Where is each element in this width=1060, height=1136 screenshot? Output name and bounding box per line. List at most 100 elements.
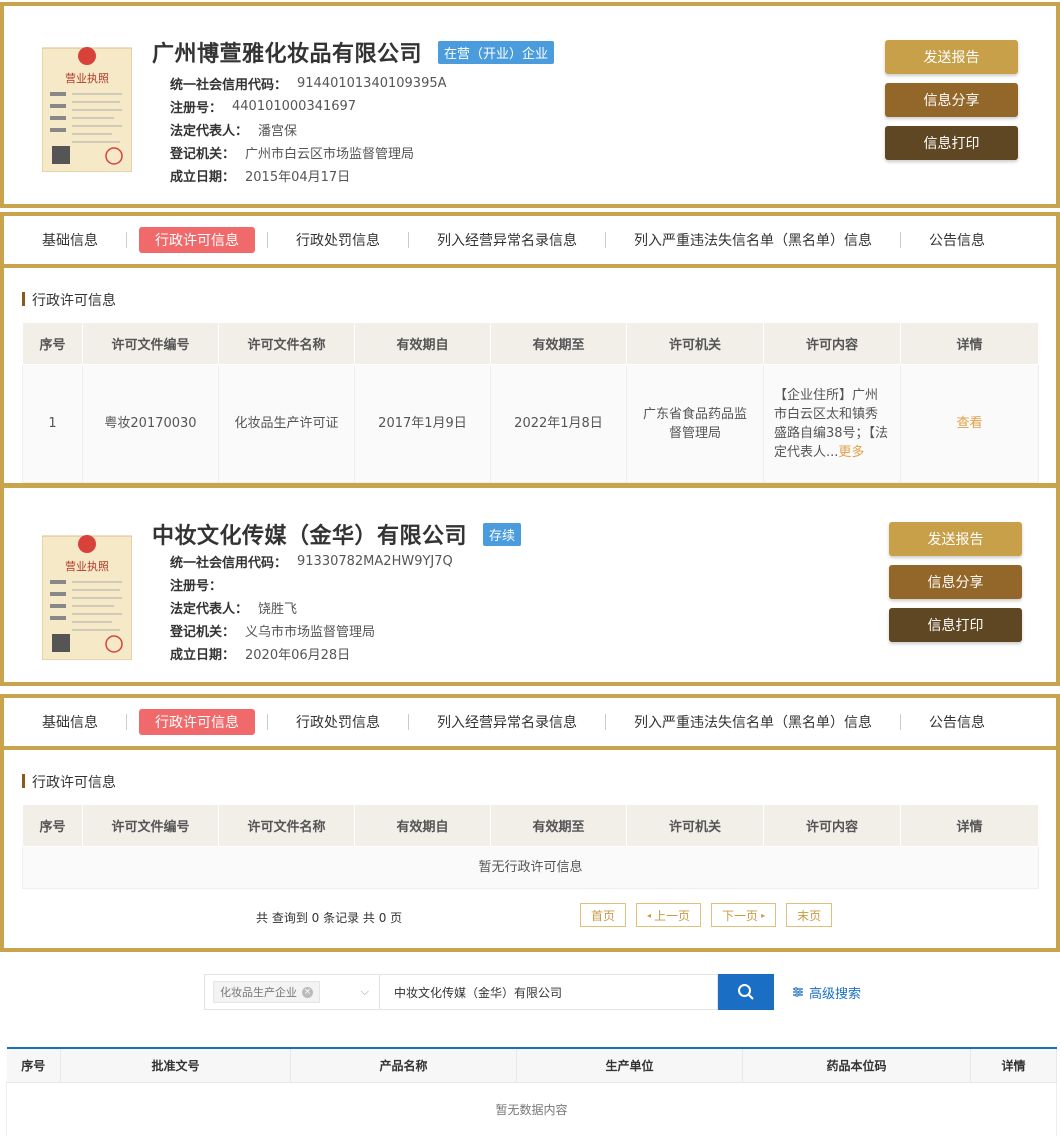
chevron-down-icon: ⌵ <box>360 985 369 998</box>
search-button[interactable] <box>718 974 774 1010</box>
field-label: 登记机关： <box>170 625 236 640</box>
authority: 广东省食品药品监督管理局 <box>626 364 764 483</box>
reg-no-value: 440101000341697 <box>232 99 357 114</box>
pagination: 共 查询到 0 条记录 共 0 页 首页 ◂ 上一页 下一页 ▸ 末页 <box>4 889 1056 949</box>
col-header: 详情 <box>970 1048 1057 1083</box>
table-row: 1 粤妆20170030 化妆品生产许可证 2017年1月9日 2022年1月8… <box>22 364 1039 483</box>
filter-icon <box>793 987 803 997</box>
print-info-button[interactable]: 信息打印 <box>885 126 1018 160</box>
permit-content-text: 【企业住所】广州市白云区太和镇秀盛路自编38号；【法定代表人... <box>774 387 889 460</box>
empty-product-message: 暂无数据内容 <box>6 1081 1057 1136</box>
tab-blacklist[interactable]: 列入严重违法失信名单（黑名单）信息 <box>618 227 888 253</box>
last-page-button[interactable]: 末页 <box>786 903 833 927</box>
permit-panel-2: 基础信息 行政许可信息 行政处罚信息 列入经营异常名录信息 列入严重违法失信名单… <box>0 694 1060 952</box>
license-title: 营业执照 <box>65 71 109 85</box>
prev-page-button[interactable]: ◂ 上一页 <box>636 903 702 927</box>
status-badge: 存续 <box>483 522 522 546</box>
col-header: 许可文件编号 <box>82 804 219 847</box>
reg-authority-value: 广州市白云区市场监督管理局 <box>245 147 415 162</box>
field-label: 登记机关： <box>170 147 236 162</box>
share-info-button[interactable]: 信息分享 <box>889 565 1022 599</box>
permit-table: 序号 许可文件编号 许可文件名称 有效期自 有效期至 许可机关 许可内容 详情 … <box>22 804 1039 889</box>
category-tag-label: 化妆品生产企业 <box>220 986 297 999</box>
col-header: 许可内容 <box>763 804 901 847</box>
tab-bar: 基础信息 行政许可信息 行政处罚信息 列入经营异常名录信息 列入严重违法失信名单… <box>4 216 1056 268</box>
tab-announcement[interactable]: 公告信息 <box>913 709 1001 735</box>
prev-page-label: 上一页 <box>654 908 691 923</box>
tab-admin-penalty[interactable]: 行政处罚信息 <box>280 227 396 253</box>
col-header: 许可文件名称 <box>218 804 355 847</box>
col-header: 药品本位码 <box>742 1048 971 1083</box>
col-header: 有效期至 <box>490 322 627 365</box>
doc-number: 粤妆20170030 <box>82 364 219 483</box>
founded-date-value: 2020年06月28日 <box>245 648 351 663</box>
company-card-1: 营业执照 广州博萱雅化妆品有限公司 在营（开业）企业 统一社会信用代码： 9144… <box>0 2 1060 208</box>
print-info-button[interactable]: 信息打印 <box>889 608 1022 642</box>
field-label: 法定代表人： <box>170 602 249 617</box>
record-count: 共 查询到 0 条记录 共 0 页 <box>256 911 403 925</box>
col-header: 许可文件名称 <box>218 322 355 365</box>
field-label: 注册号： <box>170 101 223 116</box>
tab-basic-info[interactable]: 基础信息 <box>26 227 114 253</box>
product-table: 序号 批准文号 产品名称 生产单位 药品本位码 详情 暂无数据内容 <box>6 1047 1057 1136</box>
col-header: 详情 <box>900 322 1039 365</box>
advanced-search-link[interactable]: 高级搜索 <box>792 983 861 1002</box>
company-name: 中妆文化传媒（金华）有限公司 <box>152 524 468 549</box>
field-label: 统一社会信用代码： <box>170 556 288 571</box>
tab-admin-permit[interactable]: 行政许可信息 <box>139 227 255 253</box>
field-label: 成立日期： <box>170 170 236 185</box>
chevron-left-icon: ◂ <box>647 910 652 920</box>
search-input[interactable]: 中妆文化传媒（金华）有限公司 <box>380 974 718 1010</box>
col-header: 许可文件编号 <box>82 322 219 365</box>
tab-abnormal-list[interactable]: 列入经营异常名录信息 <box>421 227 593 253</box>
col-header: 详情 <box>900 804 1039 847</box>
col-header: 批准文号 <box>60 1048 291 1083</box>
col-header: 许可内容 <box>763 322 901 365</box>
legal-rep-value: 潘宫保 <box>258 124 298 139</box>
first-page-button[interactable]: 首页 <box>580 903 627 927</box>
business-license-image: 营业执照 <box>42 535 132 660</box>
valid-from: 2017年1月9日 <box>354 364 491 483</box>
tab-abnormal-list[interactable]: 列入经营异常名录信息 <box>421 709 593 735</box>
field-label: 注册号： <box>170 579 223 594</box>
legal-rep-value: 饶胜飞 <box>258 602 298 617</box>
col-header: 生产单位 <box>516 1048 743 1083</box>
col-header: 有效期至 <box>490 804 627 847</box>
advanced-search-label: 高级搜索 <box>809 986 862 1002</box>
permit-content: 【企业住所】广州市白云区太和镇秀盛路自编38号；【法定代表人...更多 <box>763 364 901 483</box>
view-detail-link[interactable]: 查看 <box>956 416 982 431</box>
company-fields: 统一社会信用代码： 91330782MA2HW9YJ7Q 注册号： 法定代表人： 饶… <box>170 550 453 665</box>
share-info-button[interactable]: 信息分享 <box>885 83 1018 117</box>
permit-panel-1: 基础信息 行政许可信息 行政处罚信息 列入经营异常名录信息 列入严重违法失信名单… <box>0 212 1060 487</box>
valid-to: 2022年1月8日 <box>490 364 627 483</box>
category-tag: 化妆品生产企业 × <box>213 981 320 1003</box>
next-page-label: 下一页 <box>722 908 759 923</box>
tab-announcement[interactable]: 公告信息 <box>913 227 1001 253</box>
category-select[interactable]: 化妆品生产企业 × ⌵ <box>204 974 380 1010</box>
reg-authority-value: 义乌市市场监督管理局 <box>245 625 376 640</box>
credit-code-value: 91330782MA2HW9YJ7Q <box>297 554 453 569</box>
row-index: 1 <box>22 364 83 483</box>
license-title: 营业执照 <box>65 559 109 573</box>
col-header: 许可机关 <box>626 804 764 847</box>
search-bar: 化妆品生产企业 × ⌵ 中妆文化传媒（金华）有限公司 高级搜索 <box>204 974 861 1010</box>
clear-tag-icon[interactable]: × <box>302 986 313 998</box>
next-page-button[interactable]: 下一页 ▸ <box>711 903 777 927</box>
tab-blacklist[interactable]: 列入严重违法失信名单（黑名单）信息 <box>618 709 888 735</box>
tab-admin-penalty[interactable]: 行政处罚信息 <box>280 709 396 735</box>
credit-code-value: 91440101340109395A <box>297 76 447 91</box>
send-report-button[interactable]: 发送报告 <box>889 522 1022 556</box>
col-header: 许可机关 <box>626 322 764 365</box>
search-icon <box>738 984 754 1000</box>
empty-permit-message: 暂无行政许可信息 <box>22 846 1039 889</box>
tab-basic-info[interactable]: 基础信息 <box>26 709 114 735</box>
more-link[interactable]: 更多 <box>838 445 864 460</box>
founded-date-value: 2015年04月17日 <box>245 170 351 185</box>
chevron-right-icon: ▸ <box>761 910 766 920</box>
col-header: 有效期自 <box>354 322 491 365</box>
send-report-button[interactable]: 发送报告 <box>885 40 1018 74</box>
tab-admin-permit[interactable]: 行政许可信息 <box>139 709 255 735</box>
business-license-image: 营业执照 <box>42 47 132 172</box>
col-header: 序号 <box>22 804 83 847</box>
status-badge: 在营（开业）企业 <box>438 40 555 64</box>
